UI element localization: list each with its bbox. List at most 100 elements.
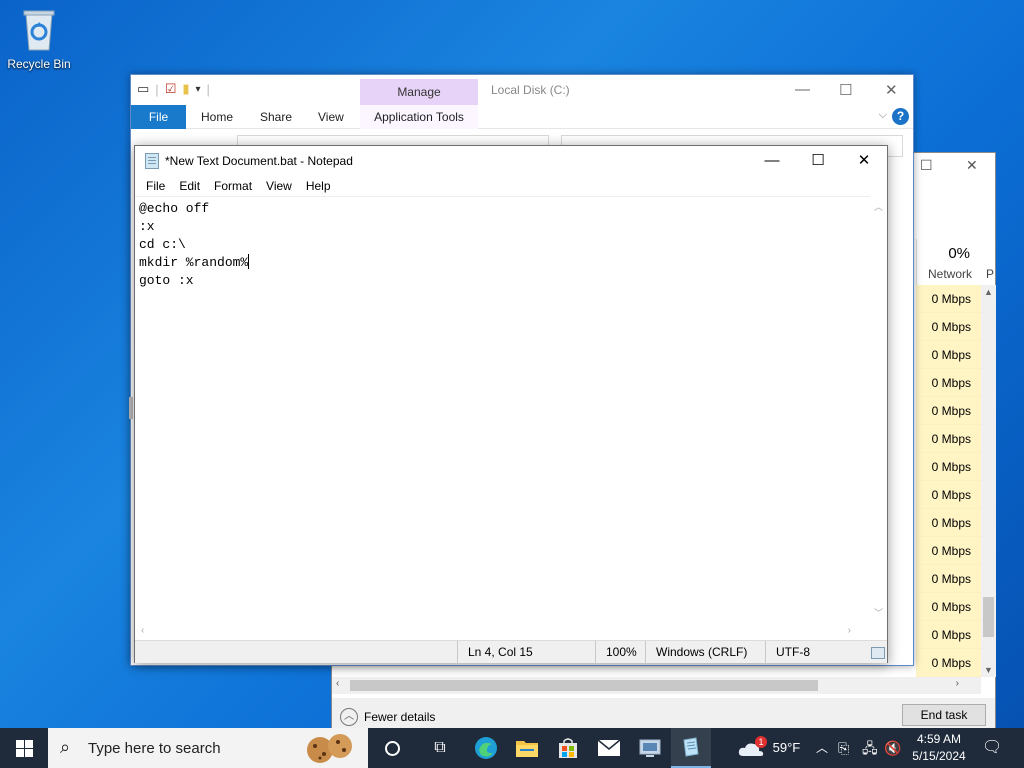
new-folder-icon[interactable]: ▮ — [182, 81, 189, 97]
code-line-text: mkdir %random% — [139, 255, 249, 270]
scroll-up-icon[interactable]: ▲ — [984, 287, 993, 297]
volume-muted-icon[interactable]: 🔇 — [884, 728, 901, 768]
scroll-up-icon[interactable]: ︿ — [874, 200, 883, 213]
search-icon: ⌕ — [60, 737, 71, 757]
recycle-bin-icon — [23, 10, 55, 51]
menu-format[interactable]: Format — [207, 176, 259, 196]
editor-horizontal-scrollbar[interactable]: ‹ › — [135, 623, 871, 640]
quick-access-toolbar: ▭ | ☑ ▮ ▾ | — [137, 81, 210, 97]
action-center-notification-icon[interactable]: 🗨 — [982, 728, 1002, 768]
scrollbar-thumb[interactable] — [350, 680, 818, 691]
text-editor[interactable]: @echo off:x cd c:\ mkdir %random% goto :x — [135, 196, 871, 623]
control-panel-taskbar-button[interactable] — [630, 728, 670, 768]
network-value-cell: 0 Mbps — [916, 285, 981, 313]
tab-view[interactable]: View — [318, 110, 344, 124]
cursor-position: Ln 4, Col 15 — [457, 641, 585, 664]
cortana-button[interactable] — [372, 728, 412, 768]
notepad-window[interactable]: *New Text Document.bat - Notepad — ☐ ✕ F… — [134, 145, 888, 664]
scroll-down-icon[interactable]: ﹀ — [874, 606, 883, 619]
minimize-icon[interactable]: — — [795, 81, 810, 98]
scroll-down-icon[interactable]: ▼ — [984, 665, 993, 675]
menu-help[interactable]: Help — [299, 176, 338, 196]
resize-grip-icon[interactable] — [871, 647, 885, 659]
minimize-icon[interactable]: — — [749, 146, 795, 176]
close-icon[interactable]: ✕ — [966, 157, 978, 174]
network-value-cell: 0 Mbps — [916, 341, 981, 369]
tab-share[interactable]: Share — [260, 110, 292, 124]
maximize-icon[interactable]: ☐ — [839, 81, 852, 99]
tab-application-tools[interactable]: Application Tools — [360, 105, 478, 129]
notepad-titlebar[interactable]: *New Text Document.bat - Notepad — ☐ ✕ — [135, 146, 887, 176]
meet-now-icon[interactable]: ⎘ — [838, 728, 849, 768]
notepad-taskbar-button[interactable] — [671, 728, 711, 768]
windows-logo-icon — [15, 739, 33, 757]
mail-taskbar-button[interactable] — [589, 728, 629, 768]
maximize-icon[interactable]: ☐ — [795, 146, 841, 176]
scrollbar-thumb[interactable] — [983, 597, 994, 637]
editor-vertical-scrollbar[interactable]: ︿ ﹀ — [870, 196, 887, 623]
zoom-level: 100% — [595, 641, 645, 664]
cortana-circle-icon — [384, 740, 400, 756]
taskbar-search-box[interactable]: ⌕ Type here to search — [48, 728, 368, 768]
network-value-cell: 0 Mbps — [916, 453, 981, 481]
text-caret — [248, 254, 250, 269]
status-bar: Ln 4, Col 15 100% Windows (CRLF) UTF-8 — [135, 640, 887, 664]
folder-icon — [516, 741, 538, 757]
encoding: UTF-8 — [765, 641, 865, 664]
ribbon-expand-icon[interactable]: ⌵ — [879, 109, 887, 122]
taskbar: ⌕ Type here to search ⧉ 1 59°F ︿ ⎘ 🖧 🔇 4… — [0, 728, 1024, 768]
network-percent: 0% — [948, 245, 970, 262]
store-bag-icon — [559, 738, 577, 758]
end-task-button[interactable]: End task — [902, 704, 986, 726]
menu-file[interactable]: File — [139, 176, 172, 196]
weather-widget[interactable]: 1 59°F — [737, 728, 800, 768]
network-value-cell: 0 Mbps — [916, 565, 981, 593]
editor-content[interactable]: @echo off:x cd c:\ mkdir %random% goto :x — [135, 197, 871, 293]
show-hidden-icons-chevron-icon[interactable]: ︿ — [816, 728, 828, 768]
system-menu-icon[interactable]: ▭ — [137, 81, 149, 97]
network-value-cell: 0 Mbps — [916, 509, 981, 537]
explorer-title: Local Disk (C:) — [491, 83, 570, 97]
search-highlight-cookie-icon — [307, 734, 352, 763]
scroll-left-icon[interactable]: ‹ — [141, 625, 144, 636]
fewer-details-label: Fewer details — [364, 710, 436, 724]
properties-icon[interactable]: ☑ — [165, 81, 177, 97]
code-line: @echo off — [139, 201, 210, 216]
file-explorer-taskbar-button[interactable] — [507, 728, 547, 768]
process-horizontal-scrollbar[interactable]: ‹ › — [332, 677, 981, 694]
maximize-icon[interactable]: ☐ — [920, 157, 933, 174]
scroll-right-icon[interactable]: › — [848, 625, 851, 636]
task-manager-footer: ︿ Fewer details End task — [332, 698, 995, 730]
scroll-right-icon[interactable]: › — [956, 678, 959, 689]
network-column-header[interactable]: 0% Network P — [916, 239, 996, 285]
ribbon-tabs: File Home Share View Application Tools ⌵… — [131, 105, 913, 129]
help-icon[interactable]: ? — [892, 108, 909, 125]
edge-taskbar-button[interactable] — [466, 728, 506, 768]
fewer-details-button[interactable]: ︿ Fewer details — [340, 708, 435, 726]
close-icon[interactable]: ✕ — [885, 81, 898, 99]
start-button[interactable] — [0, 728, 48, 768]
weather-temperature: 59°F — [772, 740, 801, 755]
edge-icon — [475, 737, 497, 759]
process-vertical-scrollbar[interactable]: ▲ ▼ — [981, 285, 996, 677]
tab-file[interactable]: File — [131, 105, 186, 129]
menu-edit[interactable]: Edit — [172, 176, 207, 196]
network-value-cell: 0 Mbps — [916, 481, 981, 509]
network-value-cell: 0 Mbps — [916, 313, 981, 341]
network-icon[interactable]: 🖧 — [862, 728, 878, 768]
clock-time: 4:59 AM — [916, 732, 962, 746]
tab-home[interactable]: Home — [201, 110, 233, 124]
manage-contextual-tab-header: Manage — [360, 79, 478, 105]
close-icon[interactable]: ✕ — [841, 146, 887, 176]
network-value-cell: 0 Mbps — [916, 649, 981, 677]
clock[interactable]: 4:59 AM 5/15/2024 — [908, 731, 970, 765]
resize-handle[interactable] — [129, 397, 133, 419]
notepad-icon — [683, 737, 699, 757]
scroll-left-icon[interactable]: ‹ — [336, 678, 339, 689]
customize-toolbar-icon[interactable]: ▾ — [196, 84, 201, 95]
menu-view[interactable]: View — [259, 176, 299, 196]
store-taskbar-button[interactable] — [548, 728, 588, 768]
task-view-button[interactable]: ⧉ — [420, 728, 460, 768]
notification-badge: 1 — [755, 736, 767, 748]
recycle-bin-shortcut[interactable]: Recycle Bin — [4, 6, 74, 71]
